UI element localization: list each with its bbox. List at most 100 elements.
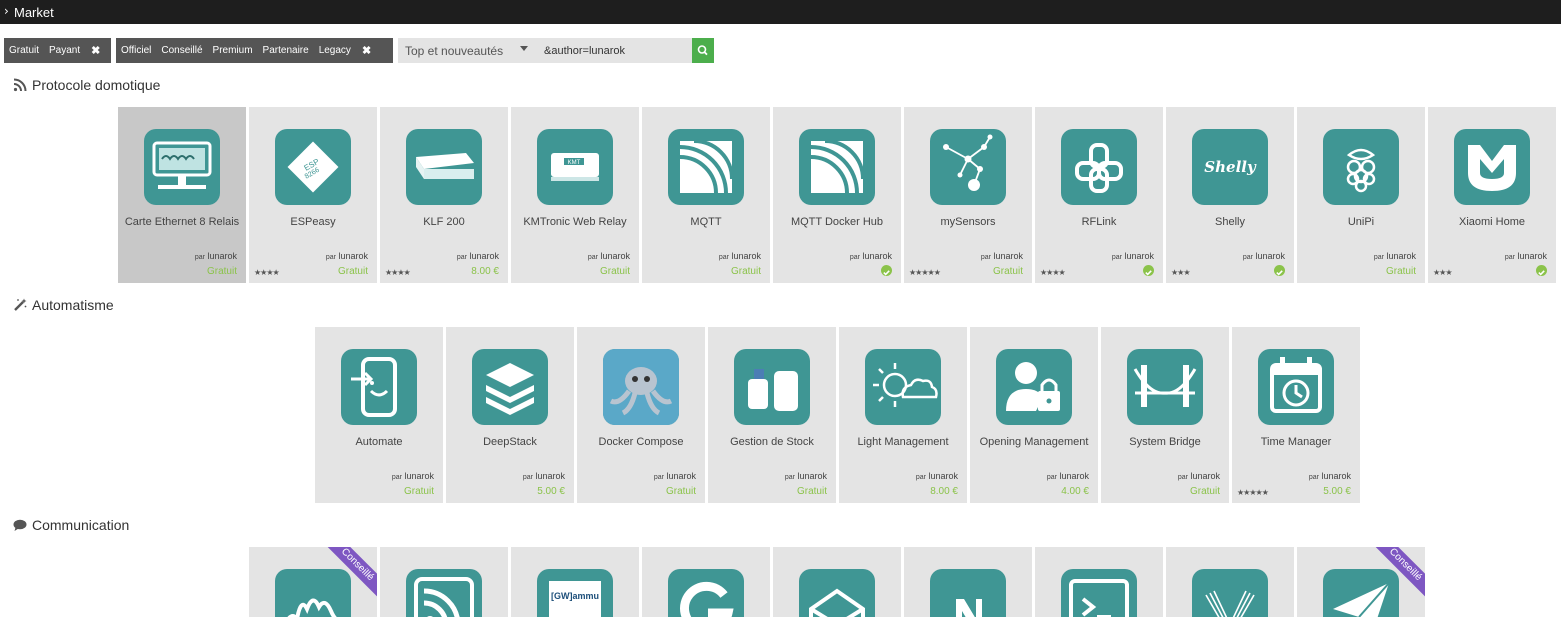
author-name: lunarok — [928, 471, 958, 481]
plugin-card[interactable]: Carte Ethernet 8 Relais par lunarok Gratui… — [118, 107, 246, 283]
plugin-card[interactable]: UniPi par lunarok Gratuit — [1297, 107, 1425, 283]
author-prefix: par — [849, 254, 860, 261]
plugin-icon-tile — [1061, 129, 1137, 205]
plugin-card[interactable]: Automate par lunarok Gratuit — [315, 327, 443, 503]
plugin-name: Shelly — [1215, 216, 1245, 228]
plugin-name: System Bridge — [1129, 436, 1201, 448]
plugin-card[interactable]: Xiaomi Home par lunarok ★★★ — [1428, 107, 1556, 283]
section-header-automatisme: Automatisme — [13, 297, 114, 313]
filter-gratuit[interactable]: Gratuit — [4, 45, 44, 56]
plugin-card[interactable] — [904, 547, 1032, 617]
plugin-icon-tile: KMT — [537, 129, 613, 205]
author-name: lunarok — [207, 251, 237, 261]
star-rating-icon: ★★★★★ — [1237, 488, 1269, 497]
plugin-card[interactable]: Opening Management par lunarok 4.00 € — [970, 327, 1098, 503]
author-prefix: par — [980, 254, 991, 261]
plugin-card[interactable]: Gestion de Stock par lunarok Gratuit — [708, 327, 836, 503]
plugin-card[interactable] — [1166, 547, 1294, 617]
author-name: lunarok — [404, 471, 434, 481]
author-name: lunarok — [1321, 471, 1351, 481]
plugin-icon-tile — [799, 129, 875, 205]
plugin-card[interactable]: Shelly Shelly par lunarok ★★★ — [1166, 107, 1294, 283]
close-icon[interactable]: ✖ — [85, 44, 106, 57]
plugin-card[interactable]: Docker Compose par lunarok Gratuit — [577, 327, 705, 503]
plugin-card[interactable]: DeepStack par lunarok 5.00 € — [446, 327, 574, 503]
comment-icon — [13, 519, 27, 531]
plugin-card[interactable]: KLF 200 par lunarok 8.00 € ★★★★ — [380, 107, 508, 283]
plugin-price: Gratuit — [730, 266, 761, 277]
kmt-device-icon: KMT — [551, 153, 599, 181]
plugin-card[interactable]: MQTT Docker Hub par lunarok — [773, 107, 901, 283]
plugin-price: Gratuit — [403, 486, 434, 497]
plugin-price: Gratuit — [206, 266, 237, 277]
plugin-name: Light Management — [857, 436, 949, 448]
plugin-card[interactable] — [642, 547, 770, 617]
plugin-name: Docker Compose — [598, 436, 684, 448]
plugin-price: 5.00 € — [537, 486, 565, 497]
plugin-card[interactable]: MQTT par lunarok Gratuit — [642, 107, 770, 283]
author-name: lunarok — [731, 251, 761, 261]
check-circle-icon — [1143, 265, 1154, 276]
author-name: lunarok — [862, 251, 892, 261]
plugin-card[interactable] — [773, 547, 901, 617]
section-title: Protocole domotique — [32, 77, 161, 93]
filter-officiel[interactable]: Officiel — [116, 45, 156, 56]
plugin-card[interactable]: RFLink par lunarok ★★★★ — [1035, 107, 1163, 283]
plugin-card[interactable]: Time Manager par lunarok 5.00 € ★★★★★ — [1232, 327, 1360, 503]
plugin-card[interactable] — [1035, 547, 1163, 617]
plugin-author: par lunarok — [1178, 471, 1220, 481]
rss-icon — [13, 78, 27, 92]
author-name: lunarok — [993, 251, 1023, 261]
plugin-price: 8.00 € — [471, 266, 499, 277]
plugin-icon-tile — [930, 129, 1006, 205]
sort-select[interactable]: Top et nouveautés — [398, 38, 537, 63]
plugin-icon-tile — [1323, 569, 1399, 617]
plugin-card[interactable]: Conseillé — [1297, 547, 1425, 617]
plugin-icon-tile — [668, 569, 744, 617]
xiaomi-logo-icon — [1468, 145, 1516, 191]
author-prefix: par — [1242, 254, 1253, 261]
plugin-name: ESPeasy — [290, 216, 336, 228]
plugin-icon-tile — [1258, 349, 1334, 425]
chevron-right-icon[interactable]: › — [4, 4, 9, 18]
search-input[interactable] — [537, 38, 692, 63]
plugin-name: mySensors — [940, 216, 996, 228]
plugin-name: KLF 200 — [423, 216, 465, 228]
plugin-card[interactable]: Light Management par lunarok 8.00 € — [839, 327, 967, 503]
author-name: lunarok — [338, 251, 368, 261]
filter-partenaire[interactable]: Partenaire — [258, 45, 314, 56]
author-prefix: par — [1046, 474, 1057, 481]
n-logo-icon — [956, 599, 982, 617]
filter-premium[interactable]: Premium — [208, 45, 258, 56]
plugin-author: par lunarok — [850, 251, 892, 261]
plugin-card[interactable] — [380, 547, 508, 617]
plugin-card[interactable]: [GW]ammu — [511, 547, 639, 617]
plugin-author: par lunarok — [654, 471, 696, 481]
title-bar[interactable]: › Market — [0, 0, 1561, 24]
plugin-icon-tile — [799, 569, 875, 617]
plugin-card[interactable]: KMT KMTronic Web Relay par lunarok Gratuit — [511, 107, 639, 283]
plugin-price: 8.00 € — [930, 486, 958, 497]
filter-conseille[interactable]: Conseillé — [156, 45, 207, 56]
plugin-card[interactable]: mySensors par lunarok Gratuit ★★★★★ — [904, 107, 1032, 283]
filter-legacy[interactable]: Legacy — [314, 45, 356, 56]
plugin-card[interactable]: Conseillé — [249, 547, 377, 617]
plugin-author: par lunarok — [1047, 471, 1089, 481]
plugin-name: Gestion de Stock — [730, 436, 814, 448]
close-icon[interactable]: ✖ — [356, 44, 377, 57]
search-button[interactable] — [692, 38, 714, 63]
plugin-author: par lunarok — [1374, 251, 1416, 261]
mqtt-icon — [810, 139, 865, 194]
plugin-icon-tile — [406, 569, 482, 617]
plugin-card[interactable]: System Bridge par lunarok Gratuit — [1101, 327, 1229, 503]
filter-payant[interactable]: Payant — [44, 45, 85, 56]
author-prefix: par — [1373, 254, 1384, 261]
plugin-price: 4.00 € — [1061, 486, 1089, 497]
plugin-author: par lunarok — [326, 251, 368, 261]
plugin-icon-tile: Shelly — [1192, 129, 1268, 205]
plugin-card[interactable]: ESP 8266 ESPeasy par lunarok Gratuit ★★★★ — [249, 107, 377, 283]
paper-plane-icon — [1333, 582, 1390, 617]
plugin-price: Gratuit — [665, 486, 696, 497]
plugin-name: Xiaomi Home — [1458, 216, 1526, 228]
certification-filter-group: Officiel Conseillé Premium Partenaire Le… — [116, 38, 393, 63]
